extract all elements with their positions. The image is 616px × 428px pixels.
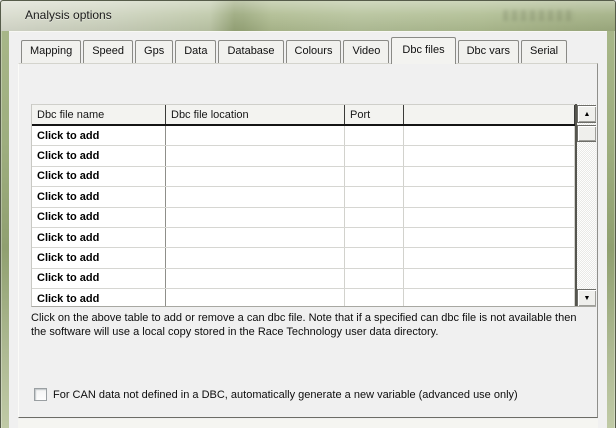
click-to-add-cell[interactable]: Click to add — [32, 167, 166, 186]
can-variable-checkbox[interactable] — [34, 388, 47, 401]
analysis-options-window: Analysis options Mapping Speed Gps Data … — [0, 0, 616, 428]
table-row[interactable]: Click to add — [32, 146, 575, 166]
click-to-add-cell[interactable]: Click to add — [32, 208, 166, 227]
table-header-row: Dbc file name Dbc file location Port — [32, 104, 575, 126]
table-row[interactable]: Click to add — [32, 167, 575, 187]
click-to-add-cell[interactable]: Click to add — [32, 187, 166, 206]
tab-colours[interactable]: Colours — [286, 40, 342, 63]
table-row[interactable]: Click to add — [32, 208, 575, 228]
file-location-cell[interactable] — [166, 228, 345, 247]
scroll-down-arrow-icon: ▼ — [584, 295, 591, 302]
file-location-cell[interactable] — [166, 248, 345, 267]
file-location-cell[interactable] — [166, 126, 345, 145]
file-location-cell[interactable] — [166, 208, 345, 227]
click-to-add-cell[interactable]: Click to add — [32, 126, 166, 145]
scroll-down-button[interactable]: ▼ — [577, 289, 596, 307]
table-row[interactable]: Click to add — [32, 228, 575, 248]
blank-cell[interactable] — [404, 167, 575, 186]
file-location-cell[interactable] — [166, 269, 345, 288]
file-location-cell[interactable] — [166, 146, 345, 165]
tab-serial[interactable]: Serial — [521, 40, 567, 63]
blank-cell[interactable] — [404, 146, 575, 165]
port-cell[interactable] — [345, 248, 404, 267]
blank-cell[interactable] — [404, 248, 575, 267]
dialog-footer-strip — [18, 419, 598, 428]
tab-bar: Mapping Speed Gps Data Database Colours … — [21, 36, 569, 63]
tab-video[interactable]: Video — [343, 40, 389, 63]
click-to-add-cell[interactable]: Click to add — [32, 269, 166, 288]
blank-cell[interactable] — [404, 269, 575, 288]
file-location-cell[interactable] — [166, 289, 345, 307]
table-help-note: Click on the above table to add or remov… — [31, 311, 589, 339]
blank-cell[interactable] — [404, 228, 575, 247]
dialog-client-area: Mapping Speed Gps Data Database Colours … — [9, 31, 607, 428]
click-to-add-cell[interactable]: Click to add — [32, 248, 166, 267]
file-location-cell[interactable] — [166, 187, 345, 206]
dbc-files-table-body: Dbc file name Dbc file location Port Cli… — [32, 104, 575, 307]
blank-cell[interactable] — [404, 187, 575, 206]
click-to-add-cell[interactable]: Click to add — [32, 289, 166, 307]
window-title: Analysis options — [25, 8, 112, 22]
port-cell[interactable] — [345, 167, 404, 186]
click-to-add-cell[interactable]: Click to add — [32, 228, 166, 247]
column-header-port[interactable]: Port — [345, 105, 404, 124]
column-header-dbc-file-name[interactable]: Dbc file name — [32, 105, 166, 124]
port-cell[interactable] — [345, 187, 404, 206]
tab-database[interactable]: Database — [218, 40, 283, 63]
port-cell[interactable] — [345, 289, 404, 307]
dbc-files-table: Dbc file name Dbc file location Port Cli… — [31, 104, 596, 307]
table-row[interactable]: Click to add — [32, 248, 575, 268]
table-row[interactable]: Click to add — [32, 187, 575, 207]
can-variable-checkbox-row: For CAN data not defined in a DBC, autom… — [34, 388, 518, 401]
tab-mapping[interactable]: Mapping — [21, 40, 81, 63]
titlebar-ghost-artifact — [503, 10, 575, 21]
port-cell[interactable] — [345, 208, 404, 227]
scroll-up-arrow-icon: ▲ — [584, 111, 591, 118]
tab-speed[interactable]: Speed — [83, 40, 133, 63]
blank-cell[interactable] — [404, 208, 575, 227]
can-variable-checkbox-label: For CAN data not defined in a DBC, autom… — [53, 389, 518, 401]
blank-cell[interactable] — [404, 126, 575, 145]
titlebar[interactable]: Analysis options — [1, 1, 615, 31]
port-cell[interactable] — [345, 228, 404, 247]
tab-dbc-vars[interactable]: Dbc vars — [458, 40, 519, 63]
tab-dbc-files[interactable]: Dbc files — [391, 37, 455, 64]
scroll-up-button[interactable]: ▲ — [577, 105, 596, 123]
click-to-add-cell[interactable]: Click to add — [32, 146, 166, 165]
scrollbar-thumb[interactable] — [577, 125, 596, 142]
tab-gps[interactable]: Gps — [135, 40, 173, 63]
column-header-blank[interactable] — [404, 105, 575, 124]
blank-cell[interactable] — [404, 289, 575, 307]
port-cell[interactable] — [345, 269, 404, 288]
table-row[interactable]: Click to add — [32, 269, 575, 289]
column-header-dbc-file-location[interactable]: Dbc file location — [166, 105, 345, 124]
port-cell[interactable] — [345, 146, 404, 165]
table-row[interactable]: Click to add — [32, 289, 575, 307]
tab-data[interactable]: Data — [175, 40, 216, 63]
file-location-cell[interactable] — [166, 167, 345, 186]
port-cell[interactable] — [345, 126, 404, 145]
table-row[interactable]: Click to add — [32, 126, 575, 146]
vertical-scrollbar[interactable]: ▲ ▼ — [575, 104, 596, 307]
